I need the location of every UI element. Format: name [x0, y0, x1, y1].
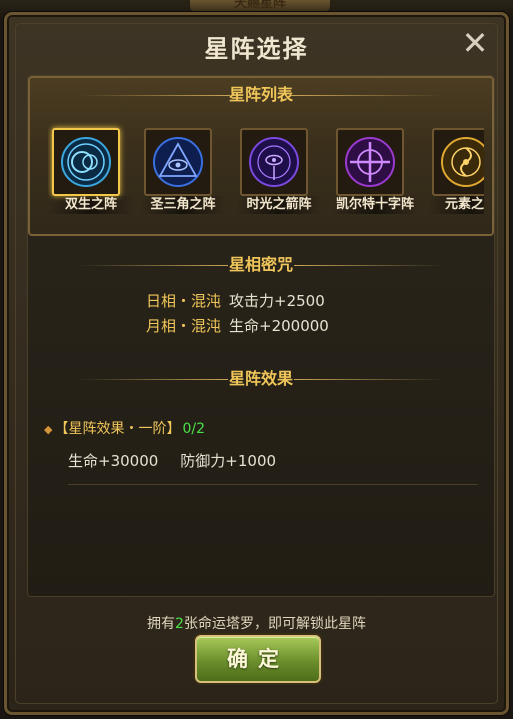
eye-triangle-emblem-icon — [153, 137, 203, 187]
star-list[interactable]: 双生之阵 圣三角之阵 时光之箭阵 凯尔特十字阵 元素之 — [48, 122, 484, 222]
moon-phase-value: 生命+200000 — [229, 317, 329, 335]
star-item-name: 凯尔特十字阵 — [332, 196, 418, 214]
effect-tier-title: 【星阵效果・一阶】 — [54, 421, 181, 437]
star-list-title: 星阵列表 — [228, 85, 293, 104]
star-item-name: 时光之箭阵 — [236, 196, 322, 214]
element-emblem-icon — [441, 137, 484, 187]
star-array-dialog: 星阵选择 ✕ 星阵列表 双生之阵 圣三角之阵 时光之箭阵 凯尔特十字阵 元素之 … — [4, 12, 509, 715]
star-list-header: 星阵列表 — [30, 84, 492, 106]
unlock-hint-prefix: 拥有 — [147, 616, 176, 632]
star-item-name: 元素之阵 — [428, 196, 484, 214]
star-list-panel: 星阵列表 双生之阵 圣三角之阵 时光之箭阵 凯尔特十字阵 元素之 — [28, 76, 494, 236]
dialog-title: 星阵选择 — [204, 35, 309, 63]
star-item-twin[interactable]: 双生之阵 — [48, 122, 134, 218]
background-title: 天赐星阵 — [190, 0, 330, 12]
celtic-cross-emblem-icon — [345, 137, 395, 187]
sun-phase-label: 日相・混沌 — [146, 292, 222, 310]
time-arrow-emblem-icon — [249, 137, 299, 187]
star-item-frame — [52, 128, 120, 196]
star-item-element[interactable]: 元素之阵 — [428, 122, 484, 218]
star-item-name: 圣三角之阵 — [140, 196, 226, 214]
moon-phase-label: 月相・混沌 — [146, 317, 222, 335]
effect-stats: 生命+30000 防御力+1000 — [68, 450, 298, 471]
diamond-bullet-icon: ◆ — [44, 423, 53, 436]
star-item-frame — [432, 128, 484, 196]
star-effect-title: 星阵效果 — [228, 369, 293, 388]
twin-circle-emblem-icon — [61, 137, 111, 187]
star-item-holy-triangle[interactable]: 圣三角之阵 — [140, 122, 226, 218]
star-item-frame — [144, 128, 212, 196]
unlock-hint-count: 2 — [175, 616, 184, 632]
effect-progress: 0/2 — [182, 421, 205, 437]
moon-phase-line: 月相・混沌 生命+200000 — [146, 315, 329, 336]
star-item-celtic-cross[interactable]: 凯尔特十字阵 — [332, 122, 418, 218]
star-spell-header: 星相密咒 — [28, 254, 494, 276]
star-effect-header: 星阵效果 — [28, 368, 494, 390]
effect-stat-hp: 生命+30000 — [68, 452, 159, 470]
unlock-hint-suffix: 张命运塔罗，即可解锁此星阵 — [183, 616, 366, 632]
effect-stat-defense: 防御力+1000 — [180, 452, 277, 470]
dialog-content: 星阵列表 双生之阵 圣三角之阵 时光之箭阵 凯尔特十字阵 元素之 星相密咒 日相… — [27, 75, 495, 597]
star-spell-title: 星相密咒 — [228, 255, 293, 274]
close-icon[interactable]: ✕ — [460, 27, 490, 59]
effect-divider — [68, 484, 478, 485]
unlock-hint: 拥有2张命运塔罗，即可解锁此星阵 — [7, 613, 506, 633]
star-item-frame — [336, 128, 404, 196]
sun-phase-value: 攻击力+2500 — [229, 292, 325, 310]
star-item-time-arrow[interactable]: 时光之箭阵 — [236, 122, 322, 218]
star-item-frame — [240, 128, 308, 196]
sun-phase-line: 日相・混沌 攻击力+2500 — [146, 290, 325, 311]
confirm-button[interactable]: 确定 — [195, 635, 321, 683]
effect-tier-line: ◆ 【星阵效果・一阶】 0/2 — [44, 418, 205, 438]
star-item-name: 双生之阵 — [48, 196, 134, 214]
